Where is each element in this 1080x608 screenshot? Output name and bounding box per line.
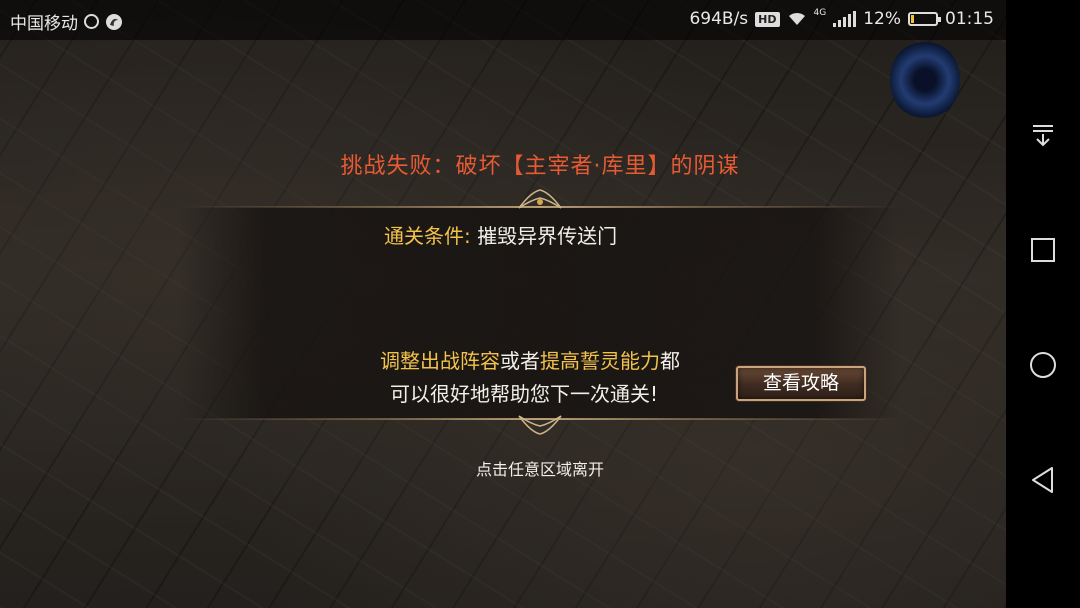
hint-text-all: 都	[660, 349, 680, 373]
hint-highlight-ability: 提高誓灵能力	[540, 349, 660, 373]
home-button[interactable]	[1028, 350, 1058, 380]
wifi-icon	[788, 12, 805, 25]
navigation-bar	[1006, 0, 1080, 608]
clear-condition-value: 摧毁异界传送门	[477, 224, 618, 248]
network-type: 4G	[813, 8, 827, 18]
hint-line-2: 可以很好地帮助您下一次通关!	[390, 382, 659, 406]
ornament-bottom-icon	[518, 415, 562, 435]
hd-icon: HD	[755, 11, 780, 27]
tap-to-leave-hint: 点击任意区域离开	[475, 460, 604, 479]
battery-icon	[908, 12, 941, 26]
view-guide-button[interactable]: 查看攻略	[736, 366, 866, 401]
app-notification-icon	[106, 13, 122, 30]
home-icon	[1030, 352, 1056, 378]
clear-condition: 通关条件: 摧毁异界传送门	[384, 220, 617, 249]
notification-pull-button[interactable]	[1028, 120, 1058, 150]
carrier-name: 中国移动	[10, 14, 78, 34]
back-icon	[1032, 467, 1053, 493]
clock-time: 01:15	[945, 9, 994, 29]
back-button[interactable]	[1028, 465, 1058, 495]
hint-line-1: 调整出战阵容或者提高誓灵能力都	[380, 345, 680, 374]
challenge-failed-title: 挑战失败：破坏【主宰者·库里】的阴谋	[340, 154, 740, 179]
notification-pull-icon	[1033, 125, 1053, 147]
alarm-icon	[84, 14, 99, 29]
hint-text-or: 或者	[500, 349, 540, 373]
status-bar: 中国移动 694B/s HD 4G 12% 01:15	[0, 0, 1006, 40]
battery-percent: 12%	[863, 9, 901, 29]
battery-fill	[911, 15, 914, 23]
recent-apps-button[interactable]	[1028, 235, 1058, 265]
signal-icon	[833, 11, 857, 27]
hint-highlight-lineup: 调整出战阵容	[380, 349, 500, 373]
network-speed: 694B/s	[689, 9, 749, 29]
recent-apps-icon	[1031, 238, 1055, 262]
clear-condition-label: 通关条件:	[384, 224, 471, 248]
ornament-top-icon	[518, 189, 562, 209]
